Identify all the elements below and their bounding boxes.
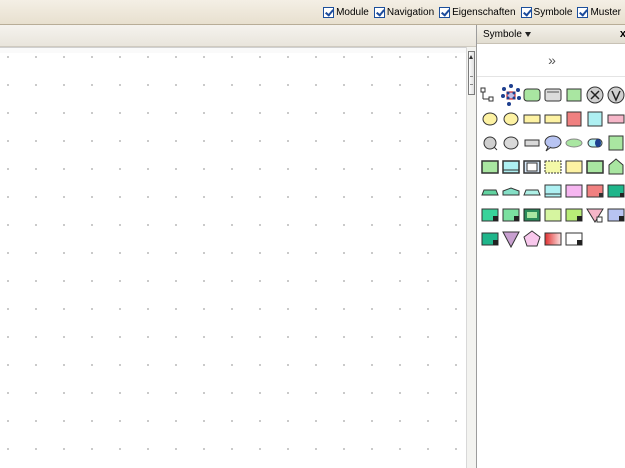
yellow-ellipse-icon[interactable] <box>500 108 521 130</box>
dropdown-arrow-icon[interactable] <box>524 31 531 37</box>
green-pentagon-icon[interactable] <box>605 156 625 178</box>
red-square-icon[interactable] <box>563 108 584 130</box>
symbole-checkbox-label: Symbole <box>533 6 573 18</box>
palette-row <box>479 227 625 251</box>
pink-pentagon-icon[interactable] <box>521 228 542 250</box>
green-oval-icon[interactable] <box>563 132 584 154</box>
circle-v-icon[interactable] <box>605 84 625 106</box>
eigenschaften-checkbox-label: Eigenschaften <box>452 6 516 18</box>
navigation-checkbox-label: Navigation <box>386 6 435 18</box>
canvas-header <box>0 25 476 47</box>
muster-checkbox-label: Muster <box>590 6 621 18</box>
connection-points-icon[interactable] <box>500 84 521 106</box>
cyan-square-icon[interactable] <box>584 108 605 130</box>
module-checkbox-label: Module <box>336 6 369 18</box>
yellow-wide-rectangle-icon[interactable] <box>542 108 563 130</box>
palette-row <box>479 179 625 203</box>
green-notch-square-icon[interactable] <box>500 204 521 226</box>
gray-small-rectangle-icon[interactable] <box>521 132 542 154</box>
teal-corner-square-icon[interactable] <box>605 180 625 202</box>
cyan-rectangle-icon[interactable] <box>542 180 563 202</box>
red-notch-square-icon[interactable] <box>584 180 605 202</box>
symbole-checkbox[interactable]: Symbole <box>520 6 573 18</box>
muster-checkbox[interactable]: Muster <box>577 6 621 18</box>
module-checkbox[interactable]: Module <box>323 6 369 18</box>
dark-green-frame-icon[interactable] <box>521 204 542 226</box>
yellow-rectangle-icon[interactable] <box>521 108 542 130</box>
green-arch-icon[interactable] <box>479 180 500 202</box>
yellow-circle-icon[interactable] <box>479 108 500 130</box>
blue-square-icon[interactable] <box>521 156 542 178</box>
eigenschaften-checkbox[interactable]: Eigenschaften <box>439 6 516 18</box>
green-outline-square-icon[interactable] <box>605 132 625 154</box>
gray-database-icon[interactable] <box>542 84 563 106</box>
close-icon[interactable]: x <box>620 28 625 40</box>
symbols-panel: Symbole x » <box>476 25 625 468</box>
palette-row <box>479 203 625 227</box>
expand-button[interactable]: » <box>477 44 625 77</box>
circle-x-icon[interactable] <box>584 84 605 106</box>
checkbox-checked-icon <box>373 6 385 18</box>
gray-oval-icon[interactable] <box>500 132 521 154</box>
light-green-square-icon[interactable] <box>542 204 563 226</box>
checkbox-checked-icon <box>520 6 532 18</box>
toolbar: Module Navigation Eigenschaften Symbole … <box>0 0 625 25</box>
green-dark-square-icon[interactable] <box>584 156 605 178</box>
small-rectangles-icon[interactable] <box>479 84 500 106</box>
white-notch-square-icon[interactable] <box>563 228 584 250</box>
symbol-palette <box>479 83 625 251</box>
pink-square-icon[interactable] <box>563 180 584 202</box>
double-chevron-icon: » <box>548 52 556 68</box>
symbols-panel-title[interactable]: Symbole <box>483 29 522 40</box>
scroll-up-arrow-icon[interactable] <box>469 55 473 59</box>
yellow-square-icon[interactable] <box>563 156 584 178</box>
palette-row <box>479 155 625 179</box>
cyan-square-icon[interactable] <box>500 156 521 178</box>
yellow-dashed-square-icon[interactable] <box>542 156 563 178</box>
green-square-icon[interactable] <box>479 156 500 178</box>
vertical-scrollbar[interactable] <box>466 47 476 468</box>
gray-ellipse-icon[interactable] <box>479 132 500 154</box>
scrollbar-thumb[interactable] <box>468 51 475 95</box>
palette-row <box>479 83 625 107</box>
palette-row <box>479 107 625 131</box>
green-rounded-rectangle-icon[interactable] <box>521 84 542 106</box>
lime-notch-square-icon[interactable] <box>563 204 584 226</box>
checkbox-checked-icon <box>577 6 589 18</box>
checkbox-checked-icon <box>439 6 451 18</box>
pink-triangle-icon[interactable] <box>584 204 605 226</box>
cyan-cylinder-icon[interactable] <box>584 132 605 154</box>
scroll-grip-icon <box>470 76 473 85</box>
teal-notch-square-icon[interactable] <box>479 228 500 250</box>
palette-row <box>479 131 625 155</box>
teal-arch-outline-icon[interactable] <box>521 180 542 202</box>
pink-rectangle-icon[interactable] <box>605 108 625 130</box>
red-gradient-square-icon[interactable] <box>542 228 563 250</box>
symbols-panel-header[interactable]: Symbole x <box>477 25 625 44</box>
green-corner-square-icon[interactable] <box>479 204 500 226</box>
green-square-icon[interactable] <box>563 84 584 106</box>
canvas-border <box>0 47 466 53</box>
blue-speech-ellipse-icon[interactable] <box>542 132 563 154</box>
teal-arch-icon[interactable] <box>500 180 521 202</box>
blue-notch-square-icon[interactable] <box>605 204 625 226</box>
navigation-checkbox[interactable]: Navigation <box>373 6 435 18</box>
purple-triangle-icon[interactable] <box>500 228 521 250</box>
diagram-canvas[interactable] <box>0 47 466 468</box>
checkbox-checked-icon <box>323 6 335 18</box>
